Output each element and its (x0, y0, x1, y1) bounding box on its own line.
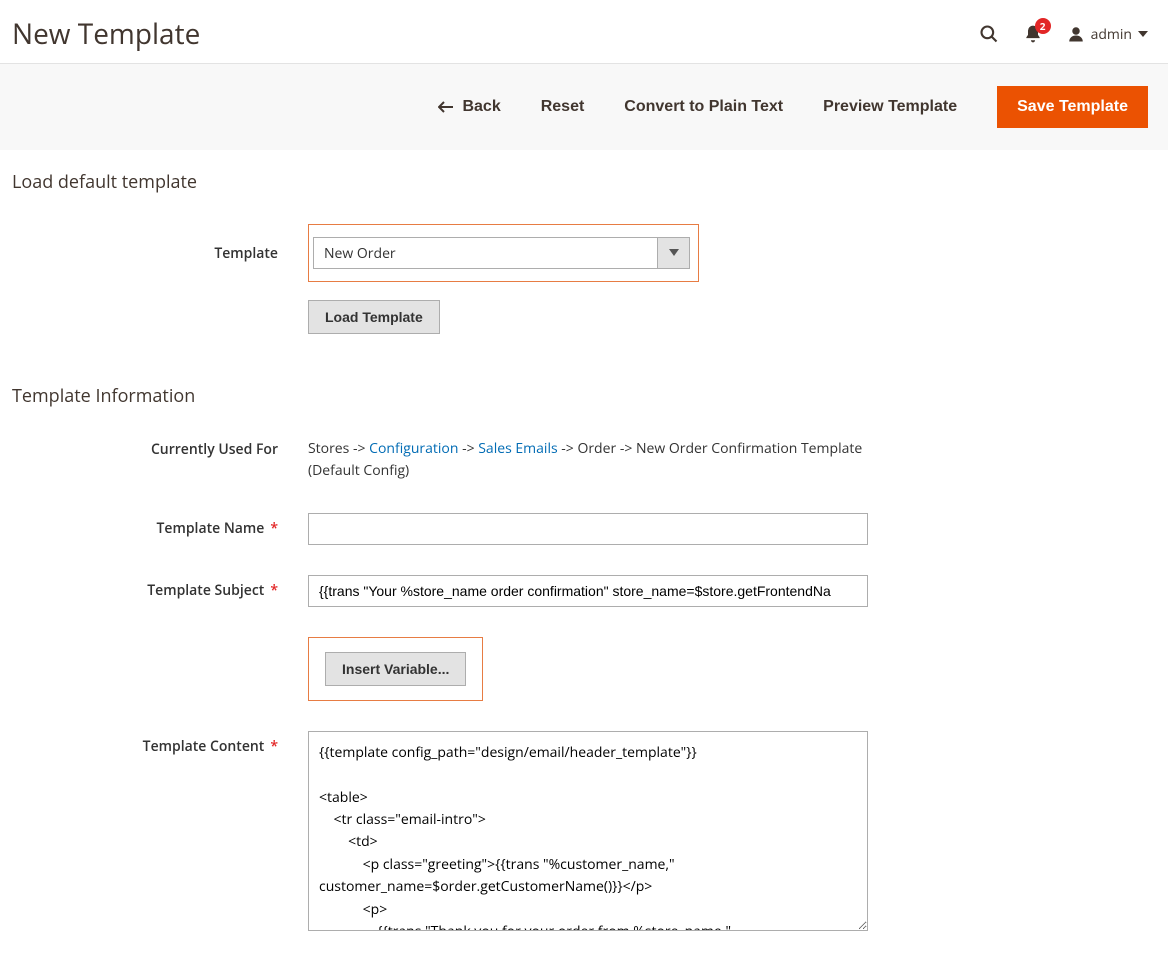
template-subject-label: Template Subject (12, 575, 308, 600)
load-template-button[interactable]: Load Template (308, 300, 440, 334)
template-select-label: Template (12, 224, 308, 263)
configuration-link[interactable]: Configuration (369, 439, 458, 458)
used-for-label: Currently Used For (12, 438, 308, 459)
template-name-input[interactable] (308, 513, 868, 545)
template-subject-input[interactable] (308, 575, 868, 607)
sales-emails-link[interactable]: Sales Emails (478, 439, 557, 458)
template-select[interactable]: New Order (313, 237, 658, 269)
insert-variable-highlight: Insert Variable... (308, 637, 483, 701)
save-button[interactable]: Save Template (997, 86, 1148, 128)
user-icon (1067, 25, 1085, 43)
username: admin (1091, 25, 1132, 44)
template-select-arrow[interactable] (658, 237, 690, 269)
section-load-default-title: Load default template (12, 170, 1156, 194)
chevron-down-icon (1138, 29, 1148, 39)
user-menu[interactable]: admin (1067, 25, 1148, 44)
notification-badge: 2 (1035, 18, 1051, 34)
used-for-value: Stores -> Configuration -> Sales Emails … (308, 438, 868, 483)
section-template-info-title: Template Information (12, 384, 1156, 408)
arrow-left-icon (438, 101, 454, 113)
notifications-icon[interactable]: 2 (1023, 24, 1043, 44)
insert-variable-button[interactable]: Insert Variable... (325, 652, 466, 686)
chevron-down-icon (669, 249, 679, 257)
page-title: New Template (12, 15, 200, 53)
template-name-label: Template Name (12, 513, 308, 538)
template-select-highlight: New Order (308, 224, 699, 282)
template-content-label: Template Content (12, 731, 308, 756)
template-content-textarea[interactable] (308, 731, 868, 931)
action-bar: Back Reset Convert to Plain Text Preview… (0, 63, 1168, 150)
reset-button[interactable]: Reset (541, 98, 585, 116)
search-icon[interactable] (979, 24, 999, 44)
preview-button[interactable]: Preview Template (823, 98, 957, 116)
convert-button[interactable]: Convert to Plain Text (624, 98, 783, 116)
back-button[interactable]: Back (438, 98, 500, 116)
